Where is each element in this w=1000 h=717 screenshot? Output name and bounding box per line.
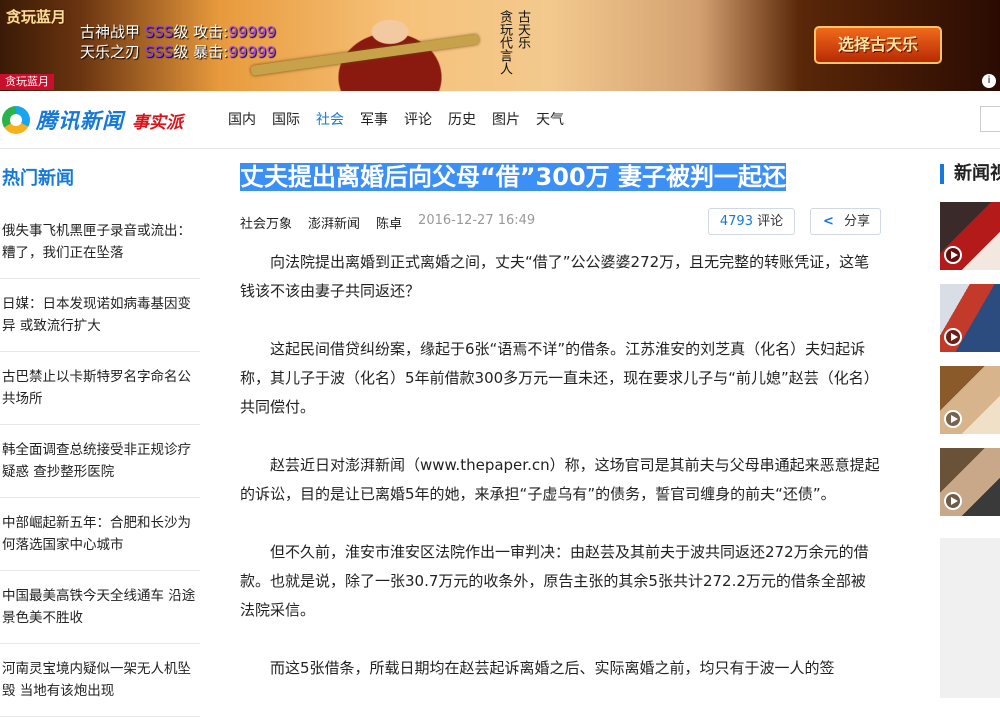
comment-count: 4793 [719,214,753,229]
hot-news-item[interactable]: 河南灵宝境内疑似一架无人机坠毁 当地有该炮出现 [0,644,200,717]
article-source[interactable]: 澎湃新闻 [308,213,360,232]
ad-info-icon[interactable]: i [982,74,996,88]
ad-logo: 贪玩蓝月 [6,8,67,26]
ad-line-1: 古神战甲 SSS级 攻击:99999 [80,22,276,42]
hot-news-item[interactable]: 俄失事飞机黑匣子录音或流出：糟了，我们正在坠落 [0,206,200,279]
ad-line-2-stat: 暴击: [193,43,229,61]
play-icon [944,410,962,428]
ad-line-2-grade: SSS [144,43,174,61]
hot-news-item[interactable]: 韩全面调查总统接受非正规诊疗疑惑 查抄整形医院 [0,425,200,498]
video-thumbnail[interactable] [940,366,1000,434]
article-time: 2016-12-27 16:49 [418,213,536,228]
article-paragraph: 而这5张借条，所载日期均在赵芸起诉离婚之后、实际离婚之前，均只有于波一人的签 [270,659,835,677]
nav-item-society[interactable]: 社会 [316,111,344,129]
nav-item-photos[interactable]: 图片 [492,111,520,129]
hot-news-item[interactable]: 古巴禁止以卡斯特罗名字命名公共场所 [0,352,200,425]
video-placeholder [940,538,1000,698]
tencent-logo-icon [2,106,30,134]
article-paragraph: 这起民间借贷纠纷案，缘起于6张“语焉不详”的借条。江苏淮安的刘芝真（化名）夫妇起… [240,340,879,416]
nav-item-history[interactable]: 历史 [448,111,476,129]
video-thumbnail[interactable] [940,284,1000,352]
article-paragraph: 赵芸近日对澎湃新闻（www.thepaper.cn）称，这场官司是其前夫与父母串… [240,456,880,503]
brand-name: 腾讯新闻 [36,109,124,133]
ad-line-2-level: 级 [173,43,189,61]
ad-line-1-name: 古神战甲 [80,23,141,41]
article-title-wrap: 丈夫提出离婚后向父母“借”300万 妻子被判一起还 [240,160,786,194]
play-icon [944,492,962,510]
hot-news-item[interactable]: 中部崛起新五年：合肥和长沙为何落选国家中心城市 [0,498,200,571]
top-ad-banner[interactable]: 贪玩蓝月 古神战甲 SSS级 攻击:99999 天乐之刃 SSS级 暴击:999… [0,0,1000,91]
share-icon: < [823,214,834,229]
ad-line-2-name: 天乐之刃 [80,43,141,61]
ad-line-2-value: 99999 [228,43,276,61]
news-video-title: 新闻视频 [940,164,1000,184]
article-body: 向法院提出离婚到正式离婚之间，丈夫“借了”公公婆婆272万，且无完整的转账凭证，… [240,248,880,712]
article-paragraph: 向法院提出离婚到正式离婚之间，丈夫“借了”公公婆婆272万，且无完整的转账凭证，… [240,253,870,300]
comment-label: 评论 [757,214,784,229]
play-icon [944,246,962,264]
ad-tag: 贪玩蓝月 [0,74,54,90]
ad-line-1-grade: SSS [144,23,174,41]
hot-news-panel: 热门新闻 俄失事飞机黑匣子录音或流出：糟了，我们正在坠落 日媒：日本发现诺如病毒… [0,150,200,717]
nav-item-domestic[interactable]: 国内 [228,111,256,129]
ad-cta-button[interactable]: 选择古天乐 [814,26,942,64]
site-header: 腾讯新闻 事实派 国内 国际 社会 军事 评论 历史 图片 天气 [0,91,1000,149]
article-title[interactable]: 丈夫提出离婚后向父母“借”300万 妻子被判一起还 [240,163,786,191]
article-category[interactable]: 社会万象 [240,213,292,232]
nav-item-international[interactable]: 国际 [272,111,300,129]
nav-item-opinion[interactable]: 评论 [404,111,432,129]
search-input[interactable] [980,106,1000,132]
comment-button[interactable]: 4793 评论 [708,208,795,235]
article-paragraph: 但不久前，淮安市淮安区法院作出一审判决：由赵芸及其前夫于波共同返还272万余元的… [240,543,869,619]
hot-news-item[interactable]: 中国最美高铁今天全线通车 沿途景色美不胜收 [0,571,200,644]
site-logo[interactable]: 腾讯新闻 事实派 [2,105,183,135]
hot-news-title: 热门新闻 [2,168,74,189]
ad-line-1-level: 级 [173,23,189,41]
share-label: 分享 [844,214,871,229]
brand-slogan: 事实派 [132,112,183,133]
hot-news-item[interactable]: 日媒：日本发现诺如病毒基因变异 或致流行扩大 [0,279,200,352]
nav-item-weather[interactable]: 天气 [536,111,564,129]
ad-line-1-stat: 攻击: [193,23,229,41]
article-author: 陈卓 [376,217,403,232]
ad-vertical-text-2: 古天乐 [515,10,530,49]
ad-line-2: 天乐之刃 SSS级 暴击:99999 [80,42,276,62]
video-thumbnail[interactable] [940,448,1000,516]
hot-news-list: 俄失事飞机黑匣子录音或流出：糟了，我们正在坠落 日媒：日本发现诺如病毒基因变异 … [0,206,200,717]
share-button[interactable]: < 分享 [810,208,881,235]
ad-text-lines: 古神战甲 SSS级 攻击:99999 天乐之刃 SSS级 暴击:99999 [80,22,276,62]
main-nav: 国内 国际 社会 军事 评论 历史 图片 天气 [228,111,580,129]
ad-vertical-text-1: 贪玩代言人 [497,10,512,75]
article-meta: 社会万象 澎湃新闻 陈卓 2016-12-27 16:49 [240,213,551,232]
ad-line-1-value: 99999 [228,23,276,41]
nav-item-military[interactable]: 军事 [360,111,388,129]
play-icon [944,328,962,346]
video-thumbnail[interactable] [940,202,1000,270]
